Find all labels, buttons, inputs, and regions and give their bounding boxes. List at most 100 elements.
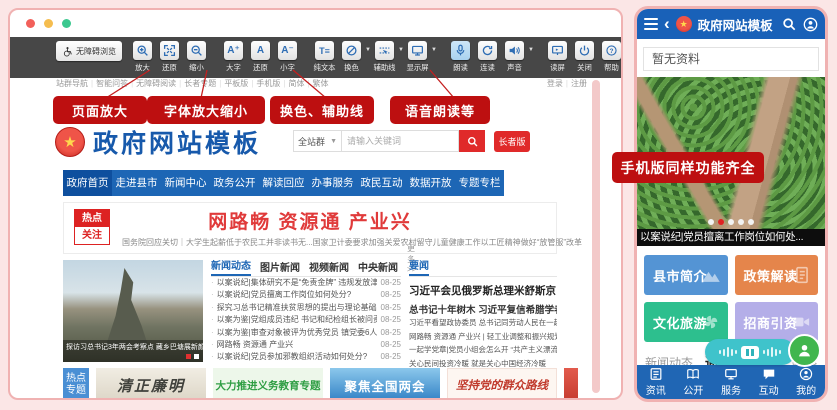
utility-link-elder[interactable]: 长者专题 (184, 79, 216, 88)
zoom-out-icon (187, 41, 206, 60)
register-link[interactable]: 注册 (571, 79, 587, 88)
close-toolbar-button[interactable]: 关闭 (571, 41, 598, 73)
nav-item-county[interactable]: 走进县市 (112, 170, 161, 196)
news-list-item[interactable]: ·以案说纪|集体研究不是“免责金牌” 违规发放津补贴被...08-25 (211, 277, 401, 289)
national-emblem-icon: ★ (55, 127, 85, 157)
pause-icon[interactable] (741, 346, 759, 359)
site-brand: ★ 政府网站模板 (55, 124, 261, 160)
monitor-icon (408, 41, 427, 60)
utility-link-site-nav[interactable]: 站群导航 (56, 79, 88, 88)
bottomnav-mine[interactable]: 我的 (787, 365, 825, 399)
user-icon[interactable] (803, 17, 818, 32)
search-input[interactable] (341, 130, 459, 152)
chevron-down-icon[interactable]: ▼ (431, 47, 437, 53)
minimize-window-dot[interactable] (44, 19, 53, 28)
accessibility-mode-button[interactable]: 无障碍浏览 (56, 41, 122, 61)
zoom-reset-button[interactable]: 还原 (156, 41, 183, 73)
bottomnav-interaction[interactable]: 互动 (750, 365, 788, 399)
zoom-in-button[interactable]: 放大 (129, 41, 156, 73)
chevron-down-icon[interactable]: ▼ (528, 47, 534, 53)
nav-item-interaction[interactable]: 政民互动 (357, 170, 406, 196)
menu-icon[interactable] (644, 18, 658, 31)
search-scope-select[interactable]: 全站群▼ (293, 130, 341, 152)
maximize-window-dot[interactable] (62, 19, 71, 28)
carousel-indicator[interactable] (186, 354, 199, 359)
nav-item-open-data[interactable]: 数据开放 (406, 170, 455, 196)
bottomnav-news[interactable]: 资讯 (637, 365, 675, 399)
display-screen-button[interactable]: 显示屏 ▼ (404, 41, 431, 73)
headline-item[interactable]: 总书记十年树木 习近平复信希腊学者 (409, 302, 557, 316)
utility-link-traditional[interactable]: 繁体 (313, 79, 329, 88)
topic-banner-partial[interactable] (564, 368, 578, 400)
continuous-read-button[interactable]: 连读 (474, 41, 501, 73)
nav-item-services[interactable]: 办事服务 (308, 170, 357, 196)
guide-line-button[interactable]: 辅助线 ▼ (371, 41, 398, 73)
plain-text-button[interactable]: T≡ 纯文本 (311, 41, 338, 73)
utility-link-accessibility[interactable]: 无障碍阅读 (136, 79, 176, 88)
utility-link-tablet[interactable]: 平板版 (224, 79, 248, 88)
bottomnav-services[interactable]: 服务 (712, 365, 750, 399)
bottomnav-open[interactable]: 公开 (675, 365, 713, 399)
font-reset-button[interactable]: A 还原 (247, 41, 274, 73)
browser-scrollbar[interactable] (592, 80, 600, 393)
headline-item[interactable]: 网路畅 资源通 产业兴 | 轻工业调整和振兴规划 (409, 330, 557, 344)
search-button[interactable] (459, 130, 485, 152)
headline-item[interactable]: 一起学党章|党员小组会怎么开 “共产主义漂流瓶”经 (409, 343, 557, 357)
news-list-item[interactable]: ·以案为鉴|审查对象被评为优秀党员 镇党委6人被问责08-25 (211, 327, 401, 339)
tab-video-news[interactable]: 视频新闻 (309, 259, 349, 276)
topic-banner-two-sessions[interactable]: 聚焦全国两会 (330, 368, 440, 400)
news-list-item[interactable]: ·探究习总书记精准扶贫思想的提出与理论基础08-25 (211, 302, 401, 314)
headline-link[interactable]: 以工匠精神做好“放管服”改革 (481, 237, 582, 248)
tab-central-news[interactable]: 中央新闻 (358, 259, 398, 276)
callout-font-zoom: 字体放大缩小 (147, 96, 265, 124)
topic-banner-mass-line[interactable]: 坚持党的群众路线 (447, 368, 557, 400)
change-color-button[interactable]: 换色 ▼ (338, 41, 365, 73)
headline-title[interactable]: 网路畅 资源通 产业兴 (64, 207, 556, 234)
font-larger-button[interactable]: A⁺ 大字 (220, 41, 247, 73)
screen-reader-button[interactable]: 读屏 (544, 41, 571, 73)
tile-county-intro[interactable]: 县市简介 (644, 255, 728, 295)
audio-player-pill[interactable] (705, 339, 795, 365)
nav-item-home[interactable]: 政府首页 (63, 170, 112, 196)
close-window-dot[interactable] (26, 19, 35, 28)
utility-link-simplified[interactable]: 简体 (288, 79, 304, 88)
topic-banner-education[interactable]: 大力推进义务教育专题 (213, 368, 323, 400)
content-row: 探访习总书记3年两会考察点 藏乡巴塘展新颜 新闻动态 图片新闻 视频新闻 中央新… (63, 260, 557, 364)
nav-item-special[interactable]: 专题专栏 (455, 170, 504, 196)
headline-link[interactable]: 国家卫计委要求加强关爱农村留守儿童健康工作 (313, 237, 481, 248)
voice-assistant-button[interactable] (788, 334, 821, 367)
news-list-item[interactable]: ·以案说纪|党员参加邪教组织活动如何处分?08-25 (211, 351, 401, 363)
tab-news-updates[interactable]: 新闻动态 (211, 257, 251, 276)
headline-item[interactable]: 习近平会见俄罗斯总理米舒斯京 (409, 283, 557, 298)
help-button[interactable]: ? 帮助 (598, 41, 623, 73)
news-list-item[interactable]: ·网路畅 资源通 产业兴08-25 (211, 339, 401, 351)
news-list-item[interactable]: ·以案说纪|党员擅离工作岗位如何处分?08-25 (211, 289, 401, 301)
tab-photo-news[interactable]: 图片新闻 (260, 259, 300, 276)
login-link[interactable]: 登录 (547, 79, 563, 88)
font-smaller-button[interactable]: A⁻ 小字 (274, 41, 301, 73)
back-icon[interactable]: ‹ (664, 15, 670, 32)
sound-button[interactable]: 声音 ▼ (501, 41, 528, 73)
search-icon[interactable] (782, 17, 796, 31)
nav-item-interpretation[interactable]: 解读回应 (259, 170, 308, 196)
refresh-icon (478, 41, 497, 60)
elder-version-button[interactable]: 长者版 (494, 131, 530, 152)
banner-caption[interactable]: 以案说纪|党员擅离工作岗位如何处... (637, 229, 825, 246)
zoom-out-button[interactable]: 缩小 (183, 41, 210, 73)
topic-banner-integrity[interactable]: 清正廉明 (96, 368, 206, 400)
utility-link-mobile[interactable]: 手机版 (256, 79, 280, 88)
tile-culture-tourism[interactable]: 文化旅游 (644, 302, 728, 342)
photo-carousel[interactable]: 探访习总书记3年两会考察点 藏乡巴塘展新颜 (63, 260, 203, 362)
account-links: 登录|注册 (547, 78, 587, 89)
carousel-dots[interactable] (637, 219, 825, 225)
svg-text:?: ? (610, 48, 614, 55)
utility-link-qa[interactable]: 智能问答 (96, 79, 128, 88)
tile-policy-interpretation[interactable]: 政策解读 (735, 255, 819, 295)
news-list-item[interactable]: ·以案为鉴|党组成员违纪 书记和纪检组长被问责08-25 (211, 314, 401, 326)
read-aloud-button[interactable]: 朗读 (447, 41, 474, 73)
headline-link[interactable]: 国务院回应关切｜大学生起薪低于农民工并非读书无... (122, 237, 313, 248)
nav-item-gov-affairs[interactable]: 政务公开 (210, 170, 259, 196)
tab-headlines[interactable]: 要闻 (409, 257, 429, 276)
headline-item[interactable]: 习近平看望政协委员 总书记同劳动人民在一起 (409, 316, 557, 330)
nav-item-news[interactable]: 新闻中心 (161, 170, 210, 196)
